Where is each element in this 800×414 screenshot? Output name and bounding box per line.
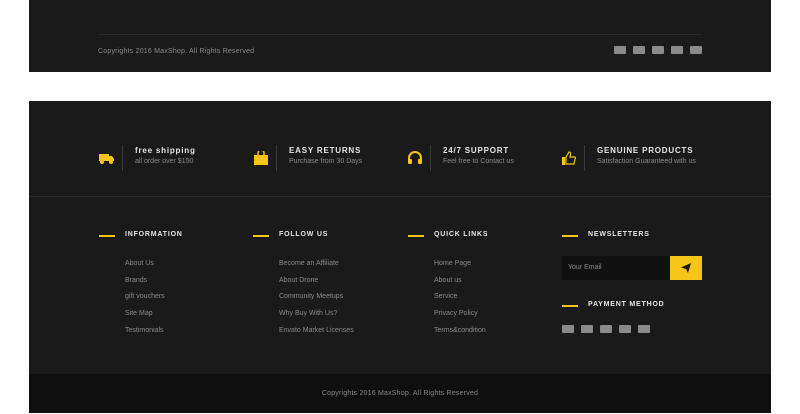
column-header: QUICK LINKS xyxy=(408,231,489,241)
footer-link[interactable]: Terms&condition xyxy=(434,327,486,344)
feature-subtitle: Purchase from 30 Days xyxy=(289,158,363,165)
footer-link[interactable]: Brands xyxy=(125,277,165,294)
link-list: Home Page About us Service Privacy Polic… xyxy=(434,260,486,343)
feature-subtitle: Satisfaction Guaranteed with us xyxy=(597,158,696,165)
paypal-icon xyxy=(671,46,683,54)
footer-link[interactable]: About Drone xyxy=(279,277,354,294)
feature-separator xyxy=(276,145,277,171)
footer-link[interactable]: Privacy Policy xyxy=(434,310,486,327)
features-bar: free shipping all order over $150 EASY R… xyxy=(29,101,771,197)
maestro-icon xyxy=(690,46,702,54)
link-list: Become an Affiliate About Drone Communit… xyxy=(279,260,354,343)
footer-link[interactable]: About us xyxy=(434,277,486,294)
footer-link[interactable]: Testimonials xyxy=(125,327,165,344)
footer-link[interactable]: Envato Market Licenses xyxy=(279,327,354,344)
link-list: About Us Brands gift vouchers Site Map T… xyxy=(125,260,165,343)
header-accent-line xyxy=(562,235,578,237)
column-title: NEWSLETTERS xyxy=(588,231,650,238)
feature-separator xyxy=(430,145,431,171)
feature-subtitle: all order over $150 xyxy=(135,158,194,165)
thumbs-up-icon xyxy=(562,151,577,165)
top-footer: Copyrights 2016 MaxShop. All Rights Rese… xyxy=(29,0,771,72)
feature-separator xyxy=(584,145,585,171)
footer-link[interactable]: Site Map xyxy=(125,310,165,327)
copyright-text: Copyrights 2016 MaxShop. All Rights Rese… xyxy=(321,390,479,397)
feature-separator xyxy=(122,145,123,171)
header-accent-line xyxy=(408,235,424,237)
mastercard-icon xyxy=(633,46,645,54)
truck-icon xyxy=(99,154,114,164)
column-title: INFORMATION xyxy=(125,231,183,238)
payment-icons xyxy=(562,325,650,333)
discover-icon xyxy=(600,325,612,333)
payment-icons xyxy=(614,46,702,54)
shopping-bag-icon xyxy=(254,151,268,165)
footer-column-follow-us: FOLLOW US Become an Affiliate About Dron… xyxy=(253,231,354,343)
maestro-icon xyxy=(638,325,650,333)
discover-icon xyxy=(652,46,664,54)
footer-link[interactable]: Become an Affiliate xyxy=(279,260,354,277)
header-accent-line xyxy=(253,235,269,237)
feature-title: GENUINE PRODUCTS xyxy=(597,146,694,155)
copyright-text: Copyrights 2016 MaxShop. All Rights Rese… xyxy=(98,48,255,55)
column-title: FOLLOW US xyxy=(279,231,329,238)
footer-column-quick-links: QUICK LINKS Home Page About us Service P… xyxy=(408,231,489,343)
footer-link[interactable]: Service xyxy=(434,293,486,310)
feature-subtitle: Feel free to Contact us xyxy=(443,158,514,165)
mastercard-icon xyxy=(581,325,593,333)
footer-link[interactable]: Home Page xyxy=(434,260,486,277)
feature-title: free shipping xyxy=(135,146,196,155)
footer-link[interactable]: Community Meetups xyxy=(279,293,354,310)
footer-link[interactable]: Why Buy With Us? xyxy=(279,310,354,327)
paper-plane-icon xyxy=(681,263,691,273)
visa-icon xyxy=(562,325,574,333)
footer-link[interactable]: About Us xyxy=(125,260,165,277)
footer-link[interactable]: gift vouchers xyxy=(125,293,165,310)
email-input[interactable]: Your Email xyxy=(562,256,670,280)
visa-icon xyxy=(614,46,626,54)
subscribe-button[interactable] xyxy=(670,256,702,280)
feature-title: EASY RETURNS xyxy=(289,146,362,155)
main-footer: free shipping all order over $150 EASY R… xyxy=(29,101,771,413)
headphones-icon xyxy=(408,151,422,164)
footer-column-information: INFORMATION About Us Brands gift voucher… xyxy=(99,231,182,343)
header-accent-line xyxy=(562,305,578,307)
column-header: FOLLOW US xyxy=(253,231,354,241)
feature-title: 24/7 SUPPORT xyxy=(443,146,510,155)
newsletter-form: Your Email xyxy=(562,256,702,280)
column-title: PAYMENT METHOD xyxy=(588,301,665,308)
divider xyxy=(98,34,702,35)
paypal-icon xyxy=(619,325,631,333)
column-header: INFORMATION xyxy=(99,231,182,241)
column-title: QUICK LINKS xyxy=(434,231,489,238)
header-accent-line xyxy=(99,235,115,237)
bottom-bar: Copyrights 2016 MaxShop. All Rights Rese… xyxy=(29,374,771,413)
